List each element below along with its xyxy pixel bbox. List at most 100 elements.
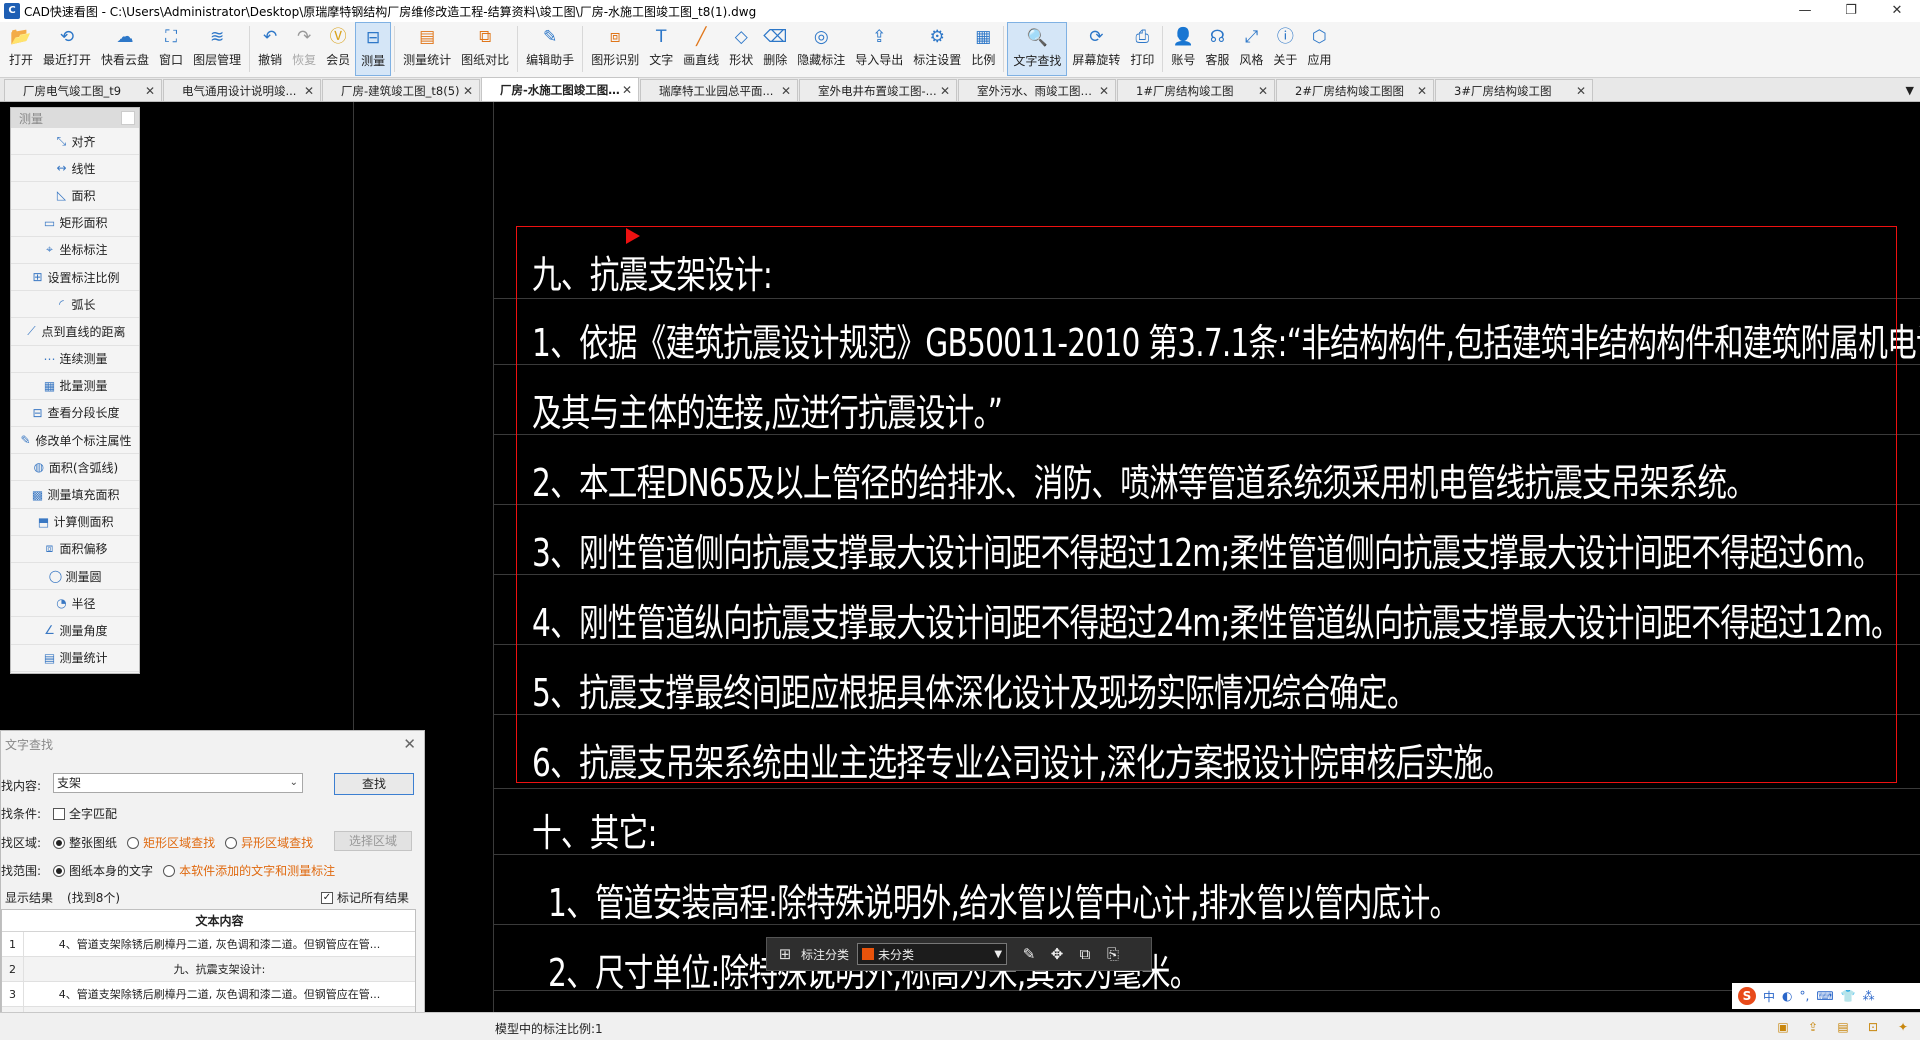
measure-tool-item[interactable]: ▭ 矩形面积 [11, 210, 139, 237]
ime-mode-item[interactable]: 中 [1763, 988, 1775, 1005]
toolbar-apps-button[interactable]: ⬡ 应用 [1302, 22, 1336, 76]
tab-close-icon[interactable]: ✕ [620, 83, 634, 97]
measure-tool-item[interactable]: ◜ 弧长 [11, 291, 139, 319]
document-tab[interactable]: 2#厂房结构竣工图图 ✕ [1276, 79, 1434, 101]
status-settings-icon[interactable]: ✦ [1892, 1018, 1914, 1036]
ime-keyboard-icon[interactable]: ⌨ [1816, 989, 1833, 1003]
close-icon[interactable]: ✕ [403, 735, 416, 753]
tab-close-icon[interactable]: ✕ [779, 84, 793, 98]
measure-tool-item[interactable]: ↔ 线性 [11, 155, 139, 183]
maximize-button[interactable]: ❐ [1828, 0, 1874, 22]
toolbar-account-button[interactable]: 👤 账号 [1166, 22, 1200, 76]
status-layer-icon[interactable]: ▣ [1772, 1018, 1794, 1036]
toolbar-redo-button[interactable]: ↷ 恢复 [287, 22, 321, 76]
toolbar-print-button[interactable]: ⎙ 打印 [1125, 22, 1159, 76]
measure-tool-item[interactable]: ▤ 测量统计 [11, 645, 139, 672]
toolbar-rotate-button[interactable]: ⟳ 屏幕旋转 [1067, 22, 1125, 76]
table-row[interactable]: 2 九、抗震支架设计: [2, 957, 415, 982]
table-row[interactable]: 3 4、管道支架除锈后刷樟丹二道, 灰色调和漆二道。但钢管应在管... [2, 982, 415, 1007]
ime-more-icon[interactable]: ⁂ [1863, 989, 1875, 1003]
tab-close-icon[interactable]: ✕ [1574, 84, 1588, 98]
toolbar-measure-stats-button[interactable]: ▤ 测量统计 [398, 22, 456, 76]
edit-icon[interactable]: ✎ [1015, 945, 1043, 963]
tab-close-icon[interactable]: ✕ [461, 84, 475, 98]
document-tab[interactable]: 1#厂房结构竣工图 ✕ [1117, 79, 1275, 101]
document-tab[interactable]: 电气通用设计说明竣... ✕ [163, 79, 321, 101]
tab-close-icon[interactable]: ✕ [302, 84, 316, 98]
scope-drawing-radio[interactable] [53, 864, 66, 877]
grid-icon[interactable]: ⊞ [775, 945, 795, 963]
toolbar-shape-recognize-button[interactable]: ⧈ 图形识别 [586, 22, 644, 76]
toolbar-measure-button[interactable]: ⊟ 测量 [355, 22, 392, 76]
ime-logo-icon[interactable]: S [1738, 987, 1756, 1005]
measure-tool-item[interactable]: ⟋ 点到直线的距离 [11, 318, 139, 346]
document-tab[interactable]: 瑞摩特工业园总平面... ✕ [640, 79, 798, 101]
find-button[interactable]: 查找 [334, 773, 414, 795]
measure-tool-item[interactable]: ⧈ 面积偏移 [11, 536, 139, 563]
area-irregular-radio[interactable] [225, 836, 238, 849]
measure-tool-item[interactable]: ◔ 半径 [11, 590, 139, 618]
toolbar-window-button[interactable]: ⛶ 窗口 [154, 22, 188, 76]
measure-tool-item[interactable]: ⊞ 设置标注比例 [11, 264, 139, 292]
toolbar-eraser-button[interactable]: ⌫ 删除 [758, 22, 792, 76]
minimize-button[interactable]: — [1782, 0, 1828, 22]
chevron-down-icon[interactable]: ▼ [994, 949, 1002, 960]
document-tab[interactable]: 厂房-建筑竣工图_t8(5) ✕ [322, 79, 480, 101]
mark-all-checkbox[interactable]: ✓ [321, 891, 333, 904]
tab-close-icon[interactable]: ✕ [1415, 84, 1429, 98]
chevron-down-icon[interactable]: ⌄ [290, 774, 298, 792]
paste-icon[interactable]: ⎘ [1099, 945, 1127, 963]
tab-overflow-icon[interactable]: ▼ [1906, 84, 1914, 97]
tab-close-icon[interactable]: ✕ [1256, 84, 1270, 98]
ime-skin-icon[interactable]: 👕 [1841, 989, 1856, 1003]
document-tab[interactable]: 厂房电气竣工图_t9 ✕ [4, 79, 162, 101]
toolbar-scale-button[interactable]: ▦ 比例 [966, 22, 1000, 76]
ime-moon-icon[interactable]: ◐ [1782, 989, 1792, 1003]
toolbar-annotation-settings-button[interactable]: ⚙ 标注设置 [908, 22, 966, 76]
area-whole-radio[interactable] [53, 836, 66, 849]
measure-tool-item[interactable]: ⌖ 坐标标注 [11, 237, 139, 264]
toolbar-edit-assistant-button[interactable]: ✎ 编辑助手 [521, 22, 579, 76]
measure-tool-item[interactable]: ∠ 测量角度 [11, 617, 139, 645]
toolbar-hide-button[interactable]: ◎ 隐藏标注 [792, 22, 850, 76]
toolbar-info-button[interactable]: ⓘ 关于 [1268, 22, 1302, 76]
close-window-button[interactable]: ✕ [1874, 0, 1920, 22]
toolbar-text-button[interactable]: T 文字 [644, 22, 678, 76]
measure-tool-item[interactable]: ⋯ 连续测量 [11, 346, 139, 373]
measure-tool-item[interactable]: ⊟ 查看分段长度 [11, 400, 139, 428]
table-row[interactable]: 1 4、管道支架除锈后刷樟丹二道, 灰色调和漆二道。但钢管应在管... [2, 932, 415, 957]
status-layout-icon[interactable]: ▤ [1832, 1018, 1854, 1036]
search-input[interactable]: 支架 ⌄ [53, 773, 303, 793]
toolbar-text-search-button[interactable]: 🔍 文字查找 [1007, 22, 1068, 76]
document-tab[interactable]: 3#厂房结构竣工图 ✕ [1435, 79, 1593, 101]
annotation-category-select[interactable]: 未分类 ▼ [857, 943, 1008, 965]
document-tab[interactable]: 室外污水、雨竣工图_t8 ✕ [958, 79, 1116, 101]
status-export-icon[interactable]: ⇪ [1802, 1018, 1824, 1036]
measure-tool-item[interactable]: ⤡ 对齐 [11, 128, 139, 156]
tab-close-icon[interactable]: ✕ [1097, 84, 1111, 98]
toolbar-compare-button[interactable]: ⧉ 图纸对比 [456, 22, 514, 76]
toolbar-line-button[interactable]: ╱ 画直线 [678, 22, 724, 76]
toolbar-undo-button[interactable]: ↶ 撤销 [253, 22, 287, 76]
tab-close-icon[interactable]: ✕ [143, 84, 157, 98]
ime-punct-icon[interactable]: °, [1800, 989, 1810, 1003]
toolbar-open-folder-button[interactable]: 📂 打开 [4, 22, 38, 76]
measure-tool-item[interactable]: ◺ 面积 [11, 182, 139, 210]
toolbar-layers-button[interactable]: ≋ 图层管理 [188, 22, 246, 76]
toolbar-cloud-button[interactable]: ☁ 快看云盘 [96, 22, 154, 76]
full-match-checkbox[interactable] [53, 807, 66, 820]
measure-tool-item[interactable]: ◍ 面积(含弧线) [11, 454, 139, 482]
toolbar-import-export-button[interactable]: ⇪ 导入导出 [850, 22, 908, 76]
toolbar-recent-button[interactable]: ⟲ 最近打开 [38, 22, 96, 76]
toolbar-vip-button[interactable]: Ⓥ 会员 [321, 22, 355, 76]
panel-close-icon[interactable] [121, 111, 135, 125]
copy-icon[interactable]: ⧉ [1071, 945, 1099, 963]
status-model-icon[interactable]: ⊡ [1862, 1018, 1884, 1036]
measure-tool-item[interactable]: ◯ 测量圆 [11, 563, 139, 591]
toolbar-shape-button[interactable]: ◇ 形状 [724, 22, 758, 76]
measure-tool-item[interactable]: ▩ 测量填充面积 [11, 481, 139, 509]
toolbar-headset-button[interactable]: ☊ 客服 [1200, 22, 1234, 76]
measure-tool-item[interactable]: ✎ 修改单个标注属性 [11, 427, 139, 455]
measure-tool-item[interactable]: ⬒ 计算侧面积 [11, 509, 139, 536]
area-rect-radio[interactable] [127, 836, 140, 849]
